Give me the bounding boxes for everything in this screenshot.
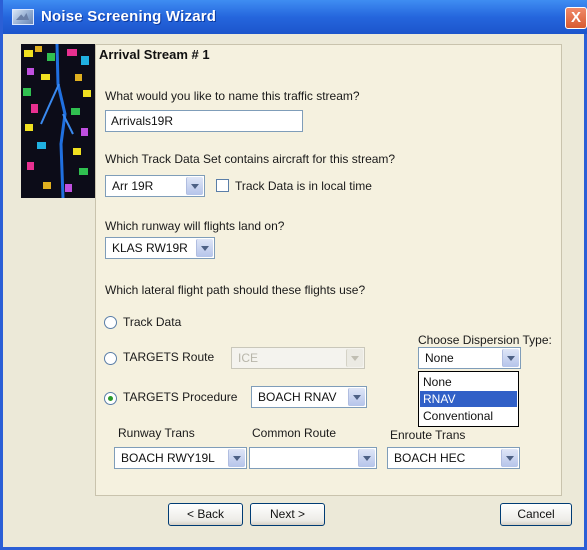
window-title: Noise Screening Wizard xyxy=(41,8,217,25)
dispersion-option-rnav[interactable]: RNAV xyxy=(420,391,517,407)
runway-select[interactable]: KLAS RW19R xyxy=(105,237,215,259)
runway-trans-label: Runway Trans xyxy=(118,426,195,440)
chevron-down-icon[interactable] xyxy=(186,177,203,195)
runway-trans-selected: BOACH RWY19L xyxy=(121,451,215,465)
enroute-trans-selected: BOACH HEC xyxy=(394,451,466,465)
dispersion-dropdown-list: None RNAV Conventional xyxy=(418,371,519,427)
chevron-down-icon[interactable] xyxy=(196,239,213,257)
chevron-down-icon[interactable] xyxy=(358,449,375,467)
runway-trans-select[interactable]: BOACH RWY19L xyxy=(114,447,247,469)
common-route-select[interactable] xyxy=(249,447,377,469)
local-time-checkbox[interactable] xyxy=(216,179,229,192)
back-button[interactable]: < Back xyxy=(168,503,243,526)
track-data-selected: Arr 19R xyxy=(112,179,154,193)
targets-procedure-selected: BOACH RNAV xyxy=(258,390,337,404)
stream-name-value: Arrivals19R xyxy=(111,114,174,128)
enroute-trans-label: Enroute Trans xyxy=(390,428,466,442)
close-icon: X xyxy=(570,9,581,26)
radio-targets-route[interactable] xyxy=(104,352,117,365)
dispersion-selected: None xyxy=(425,351,454,365)
chevron-down-icon[interactable] xyxy=(346,349,363,367)
track-data-select[interactable]: Arr 19R xyxy=(105,175,205,197)
wizard-side-image xyxy=(21,44,95,198)
chevron-down-icon[interactable] xyxy=(501,449,518,467)
stream-name-question: What would you like to name this traffic… xyxy=(105,89,360,103)
chevron-down-icon[interactable] xyxy=(348,388,365,406)
close-button[interactable]: X xyxy=(565,7,587,29)
page-title: Arrival Stream # 1 xyxy=(99,47,210,62)
runway-selected: KLAS RW19R xyxy=(112,241,188,255)
targets-procedure-select[interactable]: BOACH RNAV xyxy=(251,386,367,408)
cancel-button[interactable]: Cancel xyxy=(500,503,572,526)
dispersion-select[interactable]: None xyxy=(418,347,521,369)
lateral-path-question: Which lateral flight path should these f… xyxy=(105,283,366,297)
app-icon xyxy=(12,9,34,25)
radio-targets-route-label: TARGETS Route xyxy=(123,350,215,364)
noise-map-image xyxy=(21,44,95,198)
radio-track-data[interactable] xyxy=(104,316,117,329)
local-time-label: Track Data is in local time xyxy=(235,179,372,193)
track-data-question: Which Track Data Set contains aircraft f… xyxy=(105,152,396,166)
radio-targets-procedure[interactable] xyxy=(104,392,117,405)
chevron-down-icon[interactable] xyxy=(502,349,519,367)
common-route-label: Common Route xyxy=(252,426,337,440)
next-button[interactable]: Next > xyxy=(250,503,325,526)
targets-route-selected: ICE xyxy=(238,351,259,365)
stream-name-input[interactable]: Arrivals19R xyxy=(105,110,303,132)
enroute-trans-select[interactable]: BOACH HEC xyxy=(387,447,520,469)
dispersion-label: Choose Dispersion Type: xyxy=(418,333,552,347)
dispersion-option-conventional[interactable]: Conventional xyxy=(420,408,517,424)
runway-question: Which runway will flights land on? xyxy=(105,219,285,233)
chevron-down-icon[interactable] xyxy=(228,449,245,467)
radio-track-data-label: Track Data xyxy=(123,315,182,329)
dispersion-option-none[interactable]: None xyxy=(420,374,517,390)
radio-targets-procedure-label: TARGETS Procedure xyxy=(123,390,238,404)
targets-route-select[interactable]: ICE xyxy=(231,347,365,369)
wizard-window: Noise Screening Wizard X Arrival Stream … xyxy=(0,0,587,550)
title-bar[interactable]: Noise Screening Wizard X xyxy=(3,0,587,34)
